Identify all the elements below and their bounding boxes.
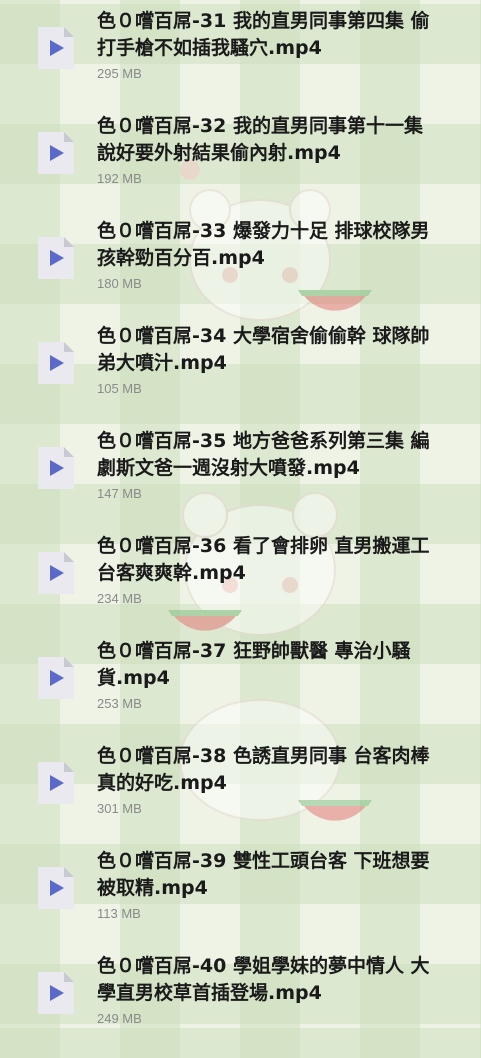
file-list: 色０嚐百屌-31 我的直男同事第四集 偷 打手槍不如插我騷穴.mp4 295 MB… bbox=[0, 0, 481, 1026]
file-size: 180 MB bbox=[97, 276, 142, 291]
video-file-icon bbox=[38, 132, 74, 174]
file-list-item[interactable]: 色０嚐百屌-32 我的直男同事第十一集 說好要外射結果偷內射.mp4 192 MB bbox=[0, 113, 481, 218]
file-list-item[interactable]: 色０嚐百屌-36 看了會排卵 直男搬運工 台客爽爽幹.mp4 234 MB bbox=[0, 533, 481, 638]
file-list-item[interactable]: 色０嚐百屌-35 地方爸爸系列第三集 編 劇斯文爸一週沒射大噴發.mp4 147 … bbox=[0, 428, 481, 533]
video-file-icon bbox=[38, 447, 74, 489]
video-file-icon bbox=[38, 972, 74, 1014]
file-list-item[interactable]: 色０嚐百屌-37 狂野帥獸醫 專治小騷 貨.mp4 253 MB bbox=[0, 638, 481, 743]
file-name: 色０嚐百屌-40 學姐學妹的夢中情人 大 學直男校草首插登場.mp4 bbox=[97, 955, 430, 1004]
file-name: 色０嚐百屌-31 我的直男同事第四集 偷 打手槍不如插我騷穴.mp4 bbox=[97, 10, 430, 59]
file-name: 色０嚐百屌-35 地方爸爸系列第三集 編 劇斯文爸一週沒射大噴發.mp4 bbox=[97, 430, 430, 479]
file-size: 253 MB bbox=[97, 696, 142, 711]
file-size: 301 MB bbox=[97, 801, 142, 816]
file-list-item[interactable]: 色０嚐百屌-38 色誘直男同事 台客肉棒 真的好吃.mp4 301 MB bbox=[0, 743, 481, 848]
file-name: 色０嚐百屌-33 爆發力十足 排球校隊男 孩幹勁百分百.mp4 bbox=[97, 220, 430, 269]
file-name: 色０嚐百屌-39 雙性工頭台客 下班想要 被取精.mp4 bbox=[97, 850, 430, 899]
file-name: 色０嚐百屌-37 狂野帥獸醫 專治小騷 貨.mp4 bbox=[97, 640, 411, 689]
video-file-icon bbox=[38, 762, 74, 804]
file-size: 234 MB bbox=[97, 591, 142, 606]
video-file-icon bbox=[38, 237, 74, 279]
file-list-item[interactable]: 色０嚐百屌-33 爆發力十足 排球校隊男 孩幹勁百分百.mp4 180 MB bbox=[0, 218, 481, 323]
video-file-icon bbox=[38, 552, 74, 594]
file-size: 295 MB bbox=[97, 66, 142, 81]
file-list-item[interactable]: 色０嚐百屌-40 學姐學妹的夢中情人 大 學直男校草首插登場.mp4 249 MB bbox=[0, 953, 481, 1058]
file-list-item[interactable]: 色０嚐百屌-39 雙性工頭台客 下班想要 被取精.mp4 113 MB bbox=[0, 848, 481, 953]
video-file-icon bbox=[38, 657, 74, 699]
video-file-icon bbox=[38, 867, 74, 909]
file-list-item[interactable]: 色０嚐百屌-34 大學宿舍偷偷幹 球隊帥 弟大噴汁.mp4 105 MB bbox=[0, 323, 481, 428]
video-file-icon bbox=[38, 27, 74, 69]
file-size: 113 MB bbox=[97, 906, 141, 921]
file-name: 色０嚐百屌-32 我的直男同事第十一集 說好要外射結果偷內射.mp4 bbox=[97, 115, 423, 164]
file-list-item[interactable]: 色０嚐百屌-31 我的直男同事第四集 偷 打手槍不如插我騷穴.mp4 295 MB bbox=[0, 8, 481, 113]
file-name: 色０嚐百屌-34 大學宿舍偷偷幹 球隊帥 弟大噴汁.mp4 bbox=[97, 325, 430, 374]
file-name: 色０嚐百屌-38 色誘直男同事 台客肉棒 真的好吃.mp4 bbox=[97, 745, 430, 794]
file-size: 147 MB bbox=[97, 486, 142, 501]
file-size: 105 MB bbox=[97, 381, 142, 396]
file-size: 192 MB bbox=[97, 171, 142, 186]
file-name: 色０嚐百屌-36 看了會排卵 直男搬運工 台客爽爽幹.mp4 bbox=[97, 535, 430, 584]
video-file-icon bbox=[38, 342, 74, 384]
